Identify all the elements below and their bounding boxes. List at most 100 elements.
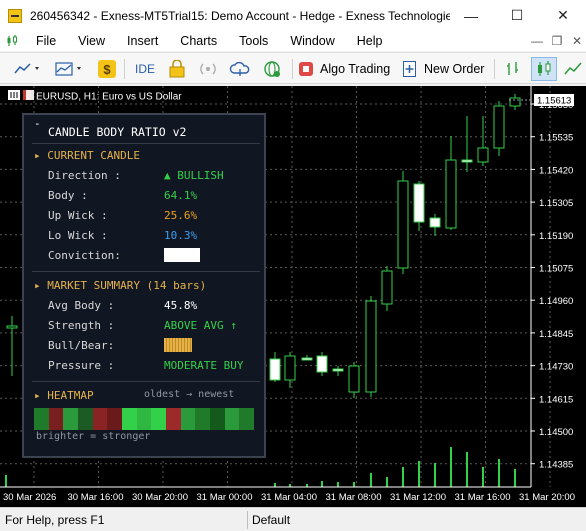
candle-body <box>284 355 296 381</box>
heatmap-strip <box>34 408 255 430</box>
conviction-bar <box>164 248 200 262</box>
heatmap-cell <box>107 408 123 430</box>
candle-body <box>316 355 328 373</box>
avg-body-label: Avg Body : <box>48 299 115 312</box>
heatmap-cell <box>78 408 93 430</box>
heatmap-cell <box>210 408 225 430</box>
toolbar-separator <box>292 59 293 79</box>
title-bar: 260456342 - Exness-MT5Trial15: Demo Acco… <box>0 0 586 31</box>
time-tick-label: 31 Mar 08:00 <box>326 492 382 503</box>
candle-body <box>365 300 377 393</box>
price-tick-label: 1.15190 <box>539 231 573 242</box>
current-candle-header-text: CURRENT CANDLE <box>47 149 140 162</box>
body-label: Body : <box>48 189 88 202</box>
price-tick-label: 1.15305 <box>539 198 573 209</box>
lock-button[interactable] <box>166 57 188 81</box>
time-axis-labels: 30 Mar 2026 30 Mar 16:00 30 Mar 20:00 31 Ma… <box>3 492 575 503</box>
candle-body <box>493 105 505 149</box>
chart-menu-icon[interactable] <box>6 34 20 48</box>
candle-body <box>477 147 489 163</box>
candle-body-ratio-panel: - CANDLE BODY RATIO v2 ▸ CURRENT CANDLE … <box>22 113 266 458</box>
body-value: 64.1% <box>164 189 198 202</box>
price-tick-label: 1.14730 <box>539 362 573 373</box>
price-tick-label: 1.14845 <box>539 329 573 340</box>
heatmap-header-text: HEATMAP <box>47 389 94 402</box>
toolbar: $ IDE Algo Trading New Order <box>0 52 586 84</box>
time-tick-label: 31 Mar 12:00 <box>390 492 446 503</box>
time-tick-label: 31 Mar 04:00 <box>261 492 317 503</box>
price-tick-label: 1.15075 <box>539 264 573 275</box>
heatmap-cell <box>239 408 255 430</box>
bar-chart-button[interactable] <box>502 57 524 81</box>
maximize-button[interactable]: ☐ <box>494 0 540 31</box>
direction-value: ▲ BULLISH <box>164 169 224 182</box>
chart-close-icon[interactable]: ✕ <box>567 31 586 51</box>
symbol-label: EURUSD, H1: Euro vs US Dollar <box>36 92 182 103</box>
candle-body <box>509 97 521 107</box>
candle-body <box>269 358 281 381</box>
menu-insert[interactable]: Insert <box>127 34 158 48</box>
panel-title: CANDLE BODY RATIO v2 <box>48 125 187 139</box>
time-tick-label: 31 Mar 16:00 <box>455 492 511 503</box>
lock-icon <box>169 60 185 78</box>
heatmap-header: ▸ HEATMAP <box>34 389 94 402</box>
market-button[interactable]: $ <box>96 57 118 81</box>
candle-body <box>301 357 313 361</box>
avg-body-value: 45.8% <box>164 299 198 312</box>
line-chart-button[interactable] <box>10 57 46 81</box>
pressure-value: MODERATE BUY <box>164 359 244 372</box>
candle-body <box>461 159 473 163</box>
cloud-button[interactable] <box>228 57 252 81</box>
lo-wick-value: 10.3% <box>164 229 198 242</box>
menu-help[interactable]: Help <box>357 34 383 48</box>
algo-trading-button[interactable]: Algo Trading <box>298 57 394 81</box>
chart-minimize-icon[interactable]: — <box>527 31 547 51</box>
heatmap-cell <box>34 408 49 430</box>
chart-type-button[interactable] <box>52 57 88 81</box>
time-tick-label: 30 Mar 16:00 <box>68 492 124 503</box>
bar-chart-icon <box>507 62 518 75</box>
price-tick-label: 1.14960 <box>539 296 573 307</box>
line-mode-button[interactable] <box>562 57 584 81</box>
market-summary-header-text: MARKET SUMMARY (14 bars) <box>47 279 207 292</box>
close-button[interactable]: ✕ <box>540 0 586 31</box>
stop-icon <box>299 62 313 76</box>
new-order-button[interactable]: New Order <box>402 57 488 81</box>
heatmap-cell <box>151 408 167 430</box>
menu-tools[interactable]: Tools <box>239 34 268 48</box>
candle-body <box>445 159 457 229</box>
candle-body <box>332 368 344 372</box>
symbol-header <box>8 90 34 100</box>
candle-body <box>348 365 360 393</box>
time-tick-label: 31 Mar 00:00 <box>197 492 253 503</box>
heatmap-cell <box>122 408 137 430</box>
ide-label: IDE <box>134 62 155 76</box>
chart-window[interactable]: 1.156501.155351.154201.153051.151901.150… <box>0 86 586 507</box>
price-tick-label: 1.14615 <box>539 394 573 405</box>
up-wick-label: Up Wick : <box>48 209 108 222</box>
candle-body <box>429 217 441 228</box>
algo-trading-label: Algo Trading <box>320 62 391 76</box>
candlestick-button[interactable] <box>531 57 557 81</box>
signal-button[interactable] <box>196 57 220 81</box>
price-tick-label: 1.15420 <box>539 165 573 176</box>
minimize-button[interactable]: — <box>448 0 494 31</box>
pressure-label: Pressure : <box>48 359 115 372</box>
ide-button[interactable]: IDE <box>130 57 160 81</box>
time-tick-label: 30 Mar 20:00 <box>132 492 188 503</box>
lo-wick-label: Lo Wick : <box>48 229 108 242</box>
signal-icon <box>200 63 216 75</box>
chart-restore-icon[interactable]: ❐ <box>547 31 567 51</box>
globe-icon <box>264 61 280 77</box>
heatmap-cell <box>63 408 79 430</box>
menu-file[interactable]: File <box>36 34 56 48</box>
time-tick-label: 30 Mar 2026 <box>3 492 56 503</box>
menu-bar: File View Insert Charts Tools Window Hel… <box>0 31 586 51</box>
menu-charts[interactable]: Charts <box>180 34 217 48</box>
vps-button[interactable] <box>260 57 284 81</box>
heatmap-cell <box>166 408 181 430</box>
conviction-label: Conviction: <box>48 249 121 262</box>
menu-window[interactable]: Window <box>290 34 334 48</box>
menu-view[interactable]: View <box>78 34 105 48</box>
candle-body <box>381 270 393 305</box>
